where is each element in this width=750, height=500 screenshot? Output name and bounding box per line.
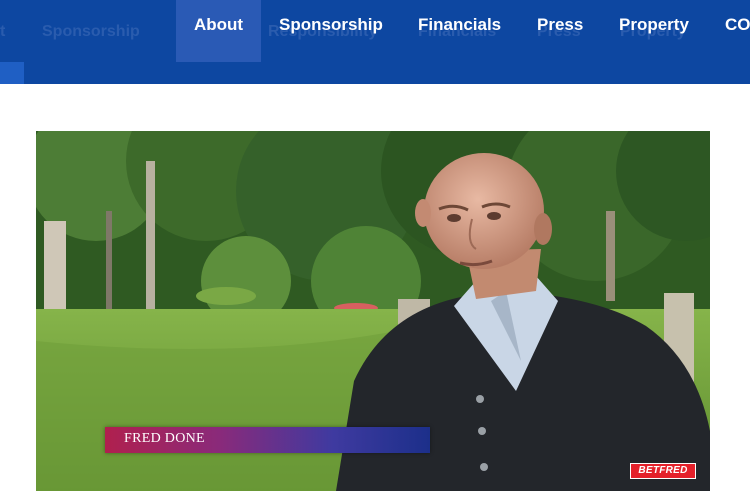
nav-press[interactable]: Press bbox=[520, 0, 600, 50]
name-caption-bar: FRED DONE bbox=[105, 427, 430, 453]
nav-about[interactable]: About bbox=[176, 0, 261, 62]
main-nav: About Sponsorship Financials Press Prope… bbox=[0, 0, 750, 62]
hero-video-frame[interactable]: FRED DONE BETFRED bbox=[36, 131, 710, 491]
nav-contact[interactable]: CO bbox=[708, 0, 750, 50]
betfred-logo: BETFRED bbox=[630, 463, 696, 479]
nav-financials[interactable]: Financials bbox=[401, 0, 518, 50]
header-left-tab bbox=[0, 62, 24, 84]
nav-property[interactable]: Property bbox=[602, 0, 706, 50]
nav-sponsorship[interactable]: Sponsorship bbox=[262, 0, 400, 50]
name-caption-text: FRED DONE bbox=[124, 431, 205, 446]
site-header: t Sponsorship Responsibility Financials … bbox=[0, 0, 750, 84]
